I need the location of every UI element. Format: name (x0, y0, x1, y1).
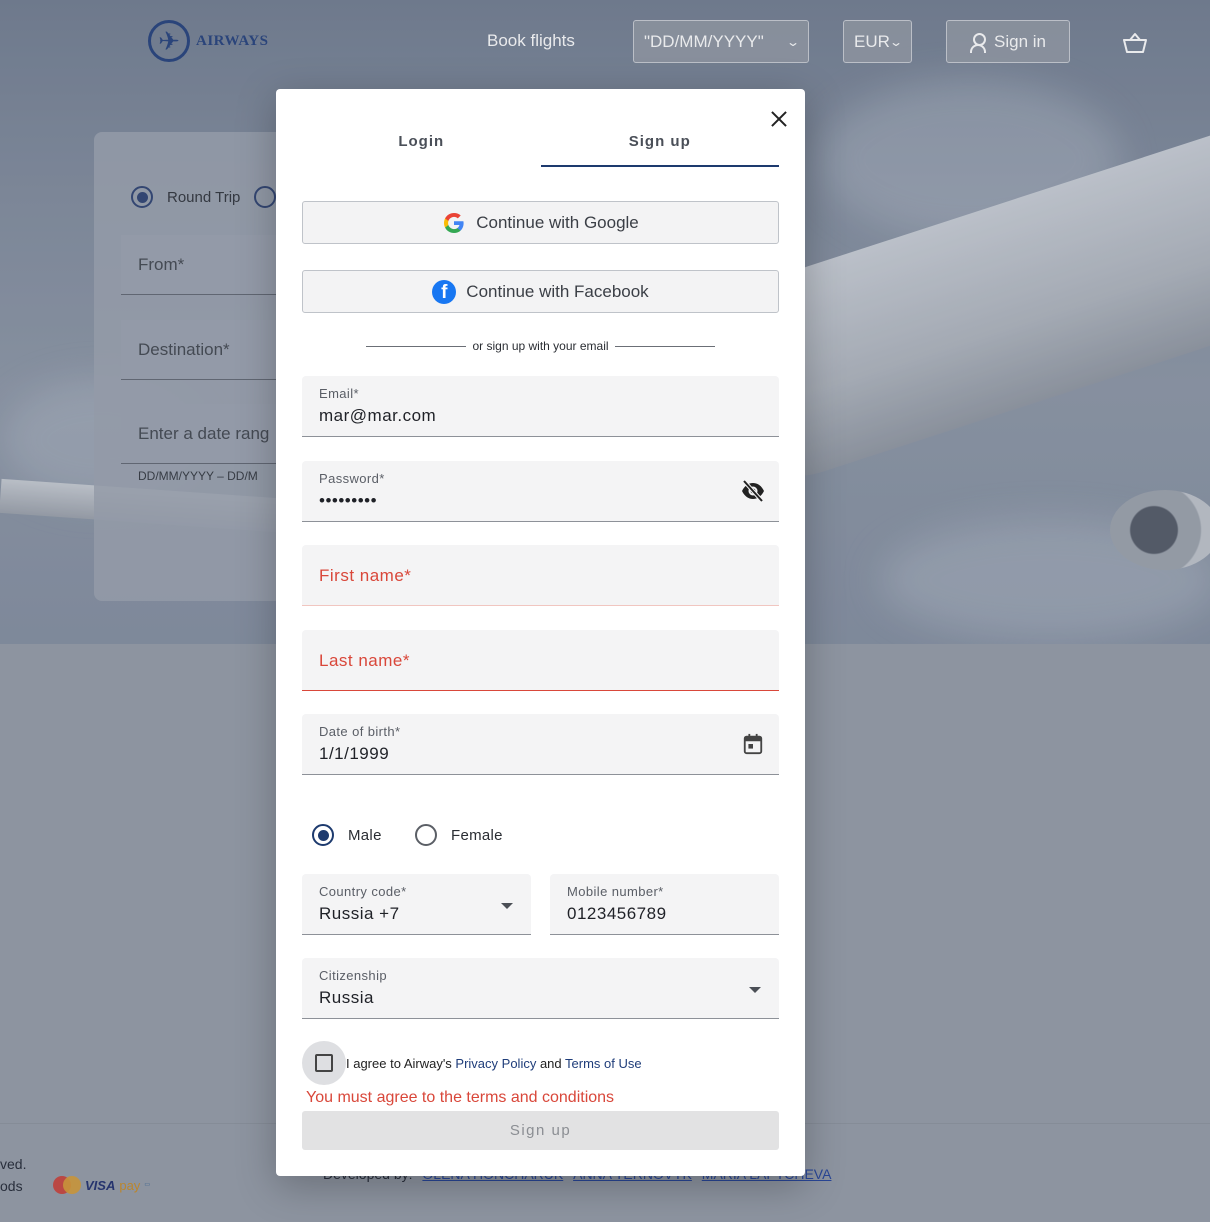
gender-male-label: Male (348, 826, 382, 844)
date-of-birth-value: 1/1/1999 (319, 744, 390, 763)
country-code-label: Country code* (319, 884, 407, 899)
first-name-placeholder: First name* (319, 566, 412, 585)
last-name-field[interactable]: Last name* (302, 630, 779, 691)
last-name-placeholder: Last name* (319, 651, 410, 670)
date-of-birth-field[interactable]: Date of birth* 1/1/1999 (302, 714, 779, 775)
mobile-number-value: 0123456789 (567, 904, 667, 923)
google-button-label: Continue with Google (476, 212, 639, 232)
facebook-icon: f (432, 279, 457, 304)
terms-and: and (536, 1055, 566, 1071)
continue-with-google-button[interactable]: Continue with Google (302, 201, 779, 244)
citizenship-label: Citizenship (319, 968, 387, 983)
continue-with-facebook-button[interactable]: f Continue with Facebook (302, 270, 779, 313)
mobile-number-label: Mobile number* (567, 884, 664, 899)
country-code-value: Russia +7 (319, 904, 400, 923)
dropdown-arrow-icon (501, 903, 513, 909)
email-divider: or sign up with your email (366, 339, 715, 353)
gender-female-radio[interactable]: Female (415, 824, 503, 846)
date-of-birth-label: Date of birth* (319, 724, 401, 739)
tab-login[interactable]: Login (302, 117, 541, 167)
divider-line (614, 345, 715, 347)
country-code-select[interactable]: Country code* Russia +7 (302, 874, 531, 935)
auth-dialog: Login Sign up Continue with Google f Con… (276, 89, 805, 1176)
terms-of-use-link[interactable]: Terms of Use (565, 1056, 642, 1071)
checkbox-icon (315, 1054, 333, 1072)
citizenship-value: Russia (319, 988, 374, 1007)
gender-female-label: Female (451, 826, 503, 844)
google-icon (444, 212, 464, 233)
divider-text: or sign up with your email (472, 339, 609, 353)
radio-icon (415, 824, 437, 846)
terms-checkbox[interactable] (302, 1041, 346, 1085)
auth-tabs: Login Sign up (302, 117, 779, 167)
dropdown-arrow-icon (749, 987, 761, 993)
tab-sign-up[interactable]: Sign up (540, 117, 779, 167)
terms-prefix: I agree to Airway's (346, 1055, 456, 1071)
terms-text: I agree to Airway's Privacy Policy and T… (346, 1056, 642, 1071)
citizenship-select[interactable]: Citizenship Russia (302, 958, 779, 1019)
email-field[interactable]: Email* mar@mar.com (302, 376, 779, 437)
terms-agreement: I agree to Airway's Privacy Policy and T… (302, 1041, 642, 1085)
radio-selected-icon (312, 824, 334, 846)
calendar-icon[interactable] (741, 733, 765, 755)
password-label: Password* (319, 471, 385, 486)
mobile-number-field[interactable]: Mobile number* 0123456789 (550, 874, 779, 935)
first-name-field[interactable]: First name* (302, 545, 779, 606)
sign-up-submit-button[interactable]: Sign up (302, 1111, 779, 1150)
facebook-button-label: Continue with Facebook (466, 281, 649, 301)
password-field[interactable]: Password* ••••••••• (302, 461, 779, 522)
gender-male-radio[interactable]: Male (312, 824, 382, 846)
email-value: mar@mar.com (319, 406, 437, 425)
privacy-policy-link[interactable]: Privacy Policy (455, 1056, 536, 1071)
divider-line (366, 345, 467, 347)
terms-error-message: You must agree to the terms and conditio… (306, 1089, 615, 1106)
password-value: ••••••••• (319, 491, 378, 510)
email-label: Email* (319, 386, 359, 401)
visibility-off-icon[interactable] (741, 480, 765, 502)
